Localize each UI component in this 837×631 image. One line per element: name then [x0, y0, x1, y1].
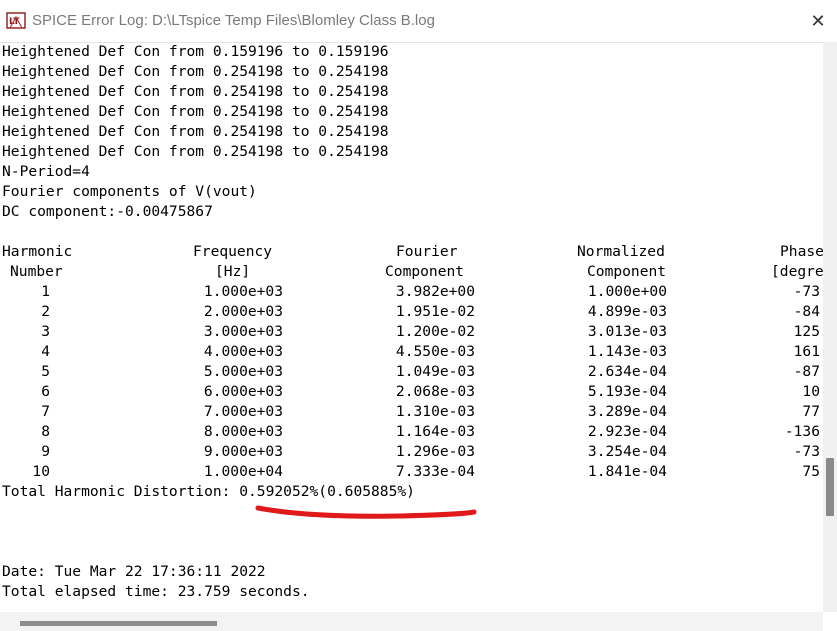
table-header-cell: Harmonic: [2, 243, 73, 260]
title-bar: LT SPICE Error Log: D:\LTspice Temp File…: [0, 0, 837, 43]
table-cell: 2.000e+03: [203, 303, 283, 320]
table-header-cell: Phase: [780, 243, 823, 260]
table-cell: 3.289e-04: [587, 403, 667, 420]
fourier-title-line: Fourier components of V(vout): [2, 183, 257, 200]
table-header-cell: [degre: [771, 263, 823, 280]
table-header-cell: Normalized: [577, 243, 665, 260]
table-cell: 5.193e-04: [587, 383, 667, 400]
table-cell: 2.923e-04: [587, 423, 667, 440]
table-cell: -73: [793, 443, 820, 460]
table-cell: 1.200e-02: [395, 323, 475, 340]
table-cell: 4.899e-03: [587, 303, 667, 320]
harmonic-number-cell: 9: [41, 443, 50, 460]
table-cell: 2.068e-03: [395, 383, 475, 400]
table-cell: 3.982e+00: [395, 283, 475, 300]
table-cell: 1.000e+03: [203, 283, 283, 300]
log-text-area: Heightened Def Con from 0.159196 to 0.15…: [0, 42, 823, 612]
table-cell: 7.000e+03: [203, 403, 283, 420]
elapsed-line: Total elapsed time: 23.759 seconds.: [2, 583, 310, 600]
table-cell: 161: [793, 343, 820, 360]
date-line: Date: Tue Mar 22 17:36:11 2022: [2, 563, 266, 580]
harmonic-number-cell: 8: [41, 423, 50, 440]
table-cell: 2.634e-04: [587, 363, 667, 380]
table-cell: -84: [793, 303, 820, 320]
table-cell: 5.000e+03: [203, 363, 283, 380]
table-cell: 3.254e-04: [587, 443, 667, 460]
table-header-cell: Component: [385, 263, 465, 280]
table-header-cell: Number: [10, 263, 63, 280]
table-cell: 4.000e+03: [203, 343, 283, 360]
n-period-line: N-Period=4: [2, 163, 90, 180]
table-cell: 1.000e+00: [587, 283, 667, 300]
heightened-line: Heightened Def Con from 0.254198 to 0.25…: [2, 83, 389, 100]
table-cell: 75: [802, 463, 820, 480]
table-cell: 3.013e-03: [587, 323, 667, 340]
table-cell: 1.951e-02: [395, 303, 475, 320]
heightened-line: Heightened Def Con from 0.159196 to 0.15…: [2, 43, 389, 60]
close-icon[interactable]: ✕: [805, 9, 831, 35]
heightened-line: Heightened Def Con from 0.254198 to 0.25…: [2, 143, 389, 160]
heightened-line: Heightened Def Con from 0.254198 to 0.25…: [2, 63, 389, 80]
table-header-cell: [Hz]: [215, 263, 251, 280]
table-cell: 10: [802, 383, 820, 400]
vertical-scrollbar[interactable]: [823, 42, 837, 612]
table-cell: 77: [802, 403, 820, 420]
table-cell: -87: [793, 363, 820, 380]
table-cell: -73: [793, 283, 820, 300]
harmonic-number-cell: 4: [41, 343, 50, 360]
harmonic-number-cell: 2: [41, 303, 50, 320]
harmonic-number-cell: 10: [32, 463, 50, 480]
table-cell: 1.049e-03: [395, 363, 475, 380]
dc-component-line: DC component:-0.00475867: [2, 203, 213, 220]
table-cell: 125: [793, 323, 820, 340]
table-cell: 1.310e-03: [395, 403, 475, 420]
table-cell: 6.000e+03: [203, 383, 283, 400]
table-header-cell: Frequency: [193, 243, 273, 260]
table-cell: -136: [784, 423, 820, 440]
harmonic-number-cell: 7: [41, 403, 50, 420]
table-cell: 8.000e+03: [203, 423, 283, 440]
table-header-cell: Component: [587, 263, 667, 280]
table-cell: 7.333e-04: [395, 463, 475, 480]
heightened-line: Heightened Def Con from 0.254198 to 0.25…: [2, 123, 389, 140]
table-cell: 3.000e+03: [203, 323, 283, 340]
harmonic-number-cell: 1: [41, 283, 50, 300]
horizontal-scrollbar[interactable]: [0, 612, 823, 631]
red-underline-annotation: [255, 505, 477, 519]
table-cell: 1.164e-03: [395, 423, 475, 440]
harmonic-number-cell: 3: [41, 323, 50, 340]
horizontal-scroll-thumb[interactable]: [20, 621, 217, 626]
table-cell: 4.550e-03: [395, 343, 475, 360]
table-cell: 1.143e-03: [587, 343, 667, 360]
window-title: SPICE Error Log: D:\LTspice Temp Files\B…: [32, 12, 435, 29]
ltspice-logo-icon: LT: [6, 12, 26, 29]
table-header-cell: Fourier: [396, 243, 458, 260]
heightened-line: Heightened Def Con from 0.254198 to 0.25…: [2, 103, 389, 120]
harmonic-number-cell: 5: [41, 363, 50, 380]
harmonic-number-cell: 6: [41, 383, 50, 400]
table-cell: 1.296e-03: [395, 443, 475, 460]
table-cell: 1.000e+04: [203, 463, 283, 480]
table-cell: 9.000e+03: [203, 443, 283, 460]
vertical-scroll-thumb[interactable]: [826, 458, 834, 516]
table-cell: 1.841e-04: [587, 463, 667, 480]
